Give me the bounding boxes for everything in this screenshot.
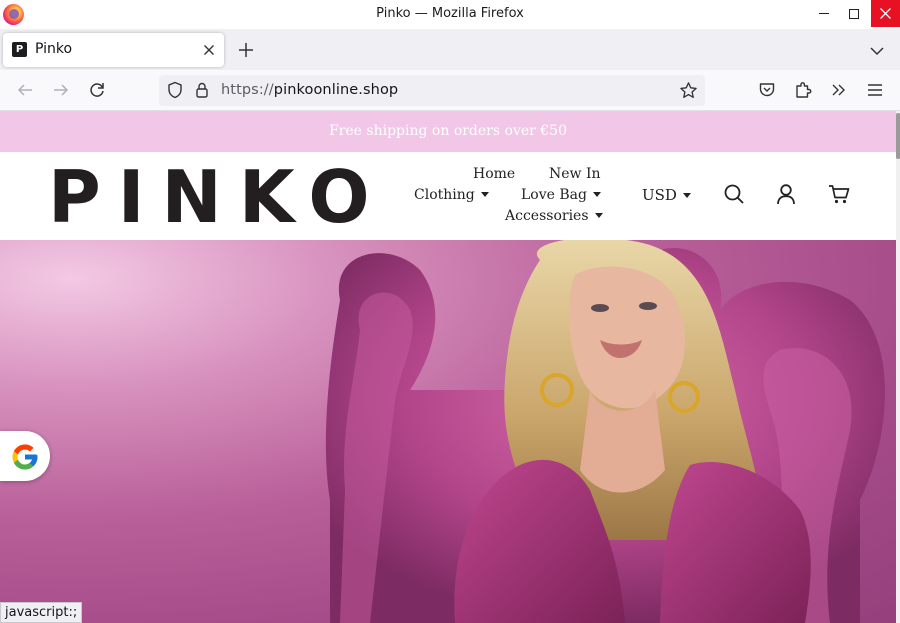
currency-selector[interactable]: USD bbox=[642, 186, 691, 204]
google-badge[interactable] bbox=[0, 431, 50, 481]
nav-clothing-label: Clothing bbox=[414, 187, 475, 203]
minimize-icon bbox=[819, 13, 829, 14]
url-bar[interactable]: https://pinkoonline.shop bbox=[159, 75, 705, 106]
reload-icon[interactable] bbox=[87, 80, 107, 100]
extensions-icon[interactable] bbox=[793, 80, 813, 100]
caret-down-icon bbox=[594, 213, 603, 218]
caret-down-icon bbox=[592, 192, 601, 197]
site-header: PINKO Home New In Clothing Love Bag Acce… bbox=[0, 152, 896, 240]
minimize-button[interactable] bbox=[810, 0, 838, 27]
user-icon[interactable] bbox=[775, 183, 797, 205]
forward-arrow-icon[interactable] bbox=[51, 80, 71, 100]
url-protocol: https:// bbox=[221, 82, 274, 98]
currency-label: USD bbox=[642, 186, 677, 204]
close-icon[interactable] bbox=[199, 40, 219, 60]
nav-home[interactable]: Home bbox=[473, 166, 515, 182]
hero-banner[interactable] bbox=[0, 240, 896, 623]
search-icon[interactable] bbox=[723, 183, 745, 205]
nav-love-bag-label: Love Bag bbox=[521, 187, 587, 203]
plus-icon[interactable] bbox=[234, 38, 258, 62]
window-titlebar: Pinko — Mozilla Firefox bbox=[0, 0, 900, 29]
nav-new-in[interactable]: New In bbox=[549, 166, 601, 182]
pocket-icon[interactable] bbox=[757, 80, 777, 100]
maximize-icon bbox=[849, 8, 859, 19]
url-host: pinkoonline.shop bbox=[273, 82, 399, 98]
close-icon bbox=[880, 8, 891, 19]
back-arrow-icon[interactable] bbox=[15, 80, 35, 100]
nav-clothing[interactable]: Clothing bbox=[414, 187, 489, 203]
site-logo[interactable]: PINKO bbox=[48, 157, 387, 237]
caret-down-icon bbox=[682, 193, 691, 198]
window-title: Pinko — Mozilla Firefox bbox=[376, 6, 524, 21]
nav-toolbar: https://pinkoonline.shop bbox=[0, 70, 900, 111]
cart-icon[interactable] bbox=[828, 183, 850, 205]
overflow-icon[interactable] bbox=[829, 80, 849, 100]
url-text[interactable]: https://pinkoonline.shop bbox=[221, 82, 398, 98]
hero-image bbox=[325, 240, 885, 623]
nav-love-bag[interactable]: Love Bag bbox=[521, 187, 601, 203]
hamburger-menu-icon[interactable] bbox=[865, 80, 885, 100]
google-icon bbox=[12, 444, 38, 470]
close-window-button[interactable] bbox=[871, 0, 900, 27]
lock-icon[interactable] bbox=[193, 81, 211, 99]
page-viewport: Free shipping on orders over €50 PINKO H… bbox=[0, 111, 900, 623]
tab-strip: P Pinko bbox=[0, 29, 900, 70]
nav-accessories-label: Accessories bbox=[505, 208, 589, 224]
nav-accessories[interactable]: Accessories bbox=[505, 208, 603, 224]
page-scrollbar[interactable] bbox=[896, 111, 900, 623]
tab-label: Pinko bbox=[35, 41, 73, 57]
maximize-button[interactable] bbox=[840, 0, 868, 27]
chevron-down-icon[interactable] bbox=[867, 41, 887, 61]
caret-down-icon bbox=[480, 192, 489, 197]
star-icon[interactable] bbox=[679, 81, 698, 100]
status-bar: javascript:; bbox=[0, 602, 83, 623]
scrollbar-thumb[interactable] bbox=[896, 113, 900, 159]
tab-pinko[interactable]: P Pinko bbox=[3, 33, 224, 67]
tab-favicon: P bbox=[12, 42, 27, 57]
shield-icon[interactable] bbox=[166, 81, 184, 99]
promo-banner: Free shipping on orders over €50 bbox=[0, 111, 896, 152]
